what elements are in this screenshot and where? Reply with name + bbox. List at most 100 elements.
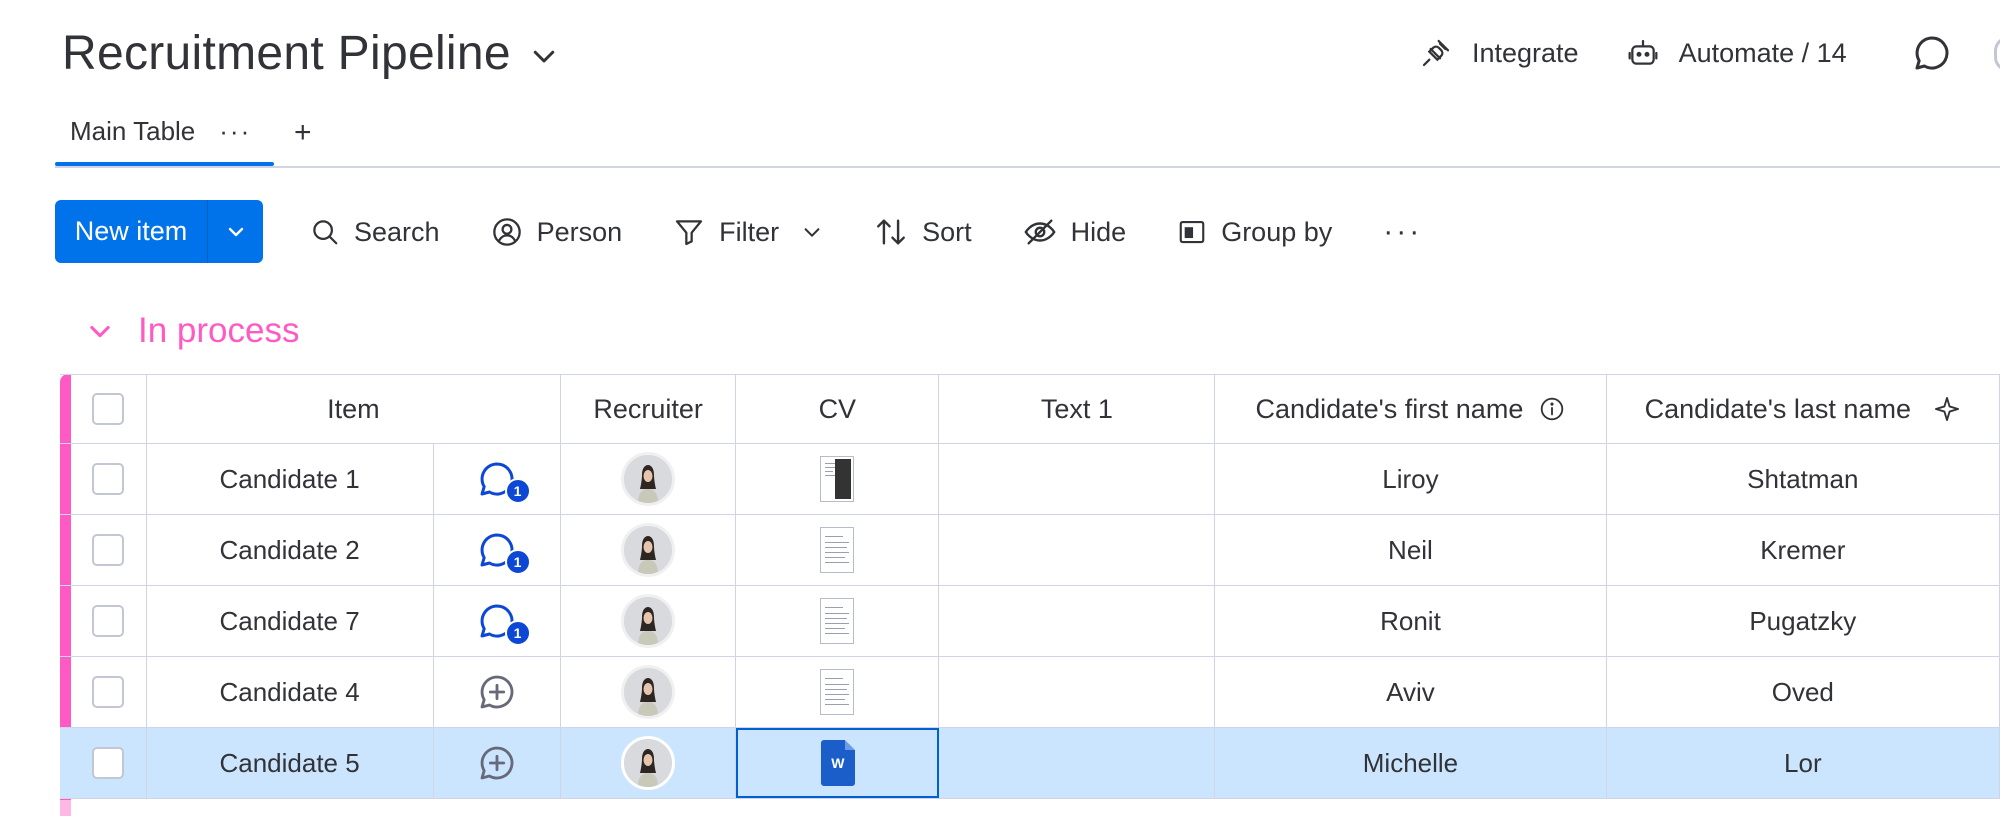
chevron-down-icon[interactable] <box>86 317 114 345</box>
table-row[interactable]: Candidate 1 1 Liroy Shtatman <box>60 444 2000 515</box>
tab-more-icon[interactable]: ··· <box>219 118 251 144</box>
chevron-down-icon[interactable] <box>801 221 823 243</box>
cv-file-thumbnail[interactable] <box>820 527 855 573</box>
table-row[interactable]: Candidate 4 Aviv Oved <box>60 657 2000 728</box>
cv-cell[interactable] <box>736 586 940 656</box>
select-all-checkbox[interactable] <box>92 393 125 425</box>
tabs-divider <box>55 166 2000 168</box>
item-name-cell[interactable]: Candidate 5 <box>147 728 434 798</box>
table-row[interactable]: Candidate 5 W Michelle Lor <box>60 728 2000 799</box>
user-avatar[interactable] <box>1994 36 2000 72</box>
first-name-cell[interactable]: Neil <box>1215 515 1607 585</box>
search-button[interactable]: Search <box>310 217 440 248</box>
add-update-icon <box>480 746 514 780</box>
updates-cell[interactable]: 1 <box>434 444 561 514</box>
add-update-icon <box>480 675 514 709</box>
last-name-cell[interactable]: Oved <box>1607 657 2000 727</box>
row-checkbox[interactable] <box>92 747 125 779</box>
row-checkbox-cell <box>71 515 147 585</box>
last-name-cell[interactable]: Kremer <box>1607 515 2000 585</box>
avatar <box>621 665 676 719</box>
text1-cell[interactable] <box>939 515 1216 585</box>
updates-cell[interactable] <box>434 728 561 798</box>
column-header-text1[interactable]: Text 1 <box>939 375 1216 443</box>
column-header-first-name[interactable]: Candidate's first name <box>1215 375 1607 443</box>
item-name-cell[interactable]: Candidate 1 <box>147 444 434 514</box>
last-name-cell[interactable]: Lor <box>1607 728 2000 798</box>
automate-label: Automate / 14 <box>1678 37 1847 68</box>
item-name-cell[interactable]: Candidate 2 <box>147 515 434 585</box>
row-checkbox-cell <box>71 586 147 656</box>
chevron-down-icon <box>228 227 243 236</box>
recruiter-cell[interactable] <box>561 444 737 514</box>
add-view-button[interactable]: + <box>294 116 312 150</box>
column-header-item[interactable]: Item <box>147 375 561 443</box>
first-name-cell[interactable]: Ronit <box>1215 586 1607 656</box>
more-actions-icon[interactable]: ··· <box>1383 217 1422 247</box>
cv-file-thumbnail[interactable] <box>820 456 855 502</box>
first-name-cell[interactable]: Liroy <box>1215 444 1607 514</box>
row-checkbox[interactable] <box>92 605 125 637</box>
word-file-icon[interactable]: W <box>820 740 855 786</box>
cv-cell[interactable] <box>736 657 940 727</box>
last-name-cell[interactable]: Pugatzky <box>1607 586 2000 656</box>
table-row[interactable]: Candidate 7 1 Ronit Pugatzky <box>60 586 2000 657</box>
recruiter-cell[interactable] <box>561 515 737 585</box>
board-title[interactable]: Recruitment Pipeline <box>62 26 511 81</box>
eye-off-icon <box>1024 219 1056 245</box>
integrate-button[interactable]: Integrate <box>1420 37 1579 69</box>
view-tabs: Main Table ··· <box>55 110 266 168</box>
text1-cell[interactable] <box>939 444 1216 514</box>
chat-icon[interactable] <box>1912 33 1952 73</box>
tab-main-table[interactable]: Main Table ··· <box>55 110 266 152</box>
group-title[interactable]: In process <box>138 311 299 351</box>
first-name-cell[interactable]: Aviv <box>1215 657 1607 727</box>
row-checkbox-cell <box>71 657 147 727</box>
text1-cell[interactable] <box>939 586 1216 656</box>
updates-cell[interactable]: 1 <box>434 586 561 656</box>
updates-cell[interactable] <box>434 657 561 727</box>
table-row[interactable]: Candidate 2 1 Neil Kremer <box>60 515 2000 586</box>
sparkle-icon[interactable] <box>1933 395 1961 423</box>
chevron-down-icon[interactable] <box>529 41 559 71</box>
filter-button[interactable]: Filter <box>673 216 823 248</box>
new-item-dropdown-button[interactable] <box>208 200 263 263</box>
cv-cell[interactable] <box>736 515 940 585</box>
column-header-cv[interactable]: CV <box>736 375 940 443</box>
row-checkbox[interactable] <box>92 676 125 708</box>
updates-count-badge: 1 <box>504 478 531 504</box>
avatar <box>621 452 676 506</box>
row-checkbox[interactable] <box>92 463 125 495</box>
group-by-label: Group by <box>1221 216 1333 247</box>
updates-cell[interactable]: 1 <box>434 515 561 585</box>
last-name-cell[interactable]: Shtatman <box>1607 444 2000 514</box>
text1-cell[interactable] <box>939 657 1216 727</box>
updates-count-badge: 1 <box>504 549 531 575</box>
avatar <box>621 523 676 577</box>
cv-file-thumbnail[interactable] <box>820 669 855 715</box>
top-actions: Integrate Automate / 14 <box>1420 30 1895 76</box>
recruiter-cell[interactable] <box>561 728 737 798</box>
cv-file-thumbnail[interactable] <box>820 598 855 644</box>
group-by-button[interactable]: Group by <box>1177 217 1332 248</box>
column-header-last-name-label: Candidate's last name <box>1644 393 1911 424</box>
filter-icon <box>675 220 703 246</box>
first-name-cell[interactable]: Michelle <box>1215 728 1607 798</box>
hide-button[interactable]: Hide <box>1023 215 1126 249</box>
cv-cell[interactable] <box>736 444 940 514</box>
row-checkbox[interactable] <box>92 534 125 566</box>
cv-cell[interactable]: W <box>736 728 940 798</box>
text1-cell[interactable] <box>939 728 1216 798</box>
item-name-cell[interactable]: Candidate 7 <box>147 586 434 656</box>
column-header-last-name[interactable]: Candidate's last name <box>1607 375 2000 443</box>
new-item-button[interactable]: New item <box>55 200 208 263</box>
info-icon[interactable] <box>1539 396 1565 422</box>
select-all-cell <box>71 375 147 443</box>
recruiter-cell[interactable] <box>561 657 737 727</box>
sort-button[interactable]: Sort <box>874 215 972 249</box>
column-header-recruiter[interactable]: Recruiter <box>561 375 737 443</box>
automate-button[interactable]: Automate / 14 <box>1627 37 1847 69</box>
person-filter-button[interactable]: Person <box>491 216 622 248</box>
recruiter-cell[interactable] <box>561 586 737 656</box>
item-name-cell[interactable]: Candidate 4 <box>147 657 434 727</box>
